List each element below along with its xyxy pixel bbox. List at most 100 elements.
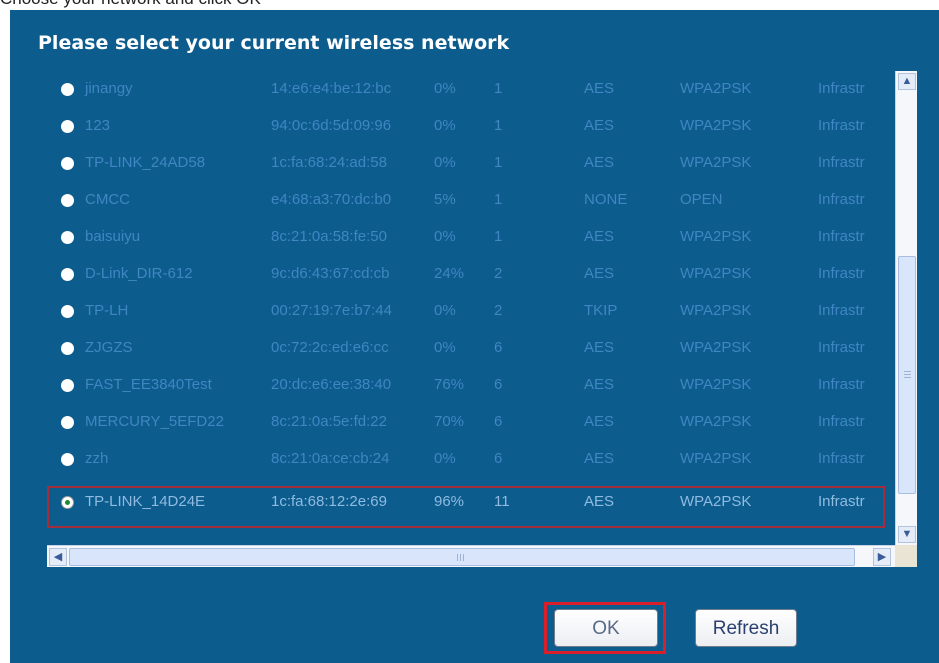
network-encryption: AES [584,117,615,134]
network-encryption: AES [584,228,615,245]
network-signal: 70% [434,413,465,430]
vertical-scroll-thumb[interactable] [898,256,916,494]
network-row[interactable]: D-Link_DIR-612 9c:d6:43:67:cd:cb 24% 2 AES WP… [47,256,895,293]
network-row[interactable]: MERCURY_5EFD22 8c:21:0a:5e:fd:22 70% 6 AES WP… [47,404,895,441]
network-encryption: AES [584,413,615,430]
network-mac: 14:e6:e4:be:12:bc [271,80,392,97]
network-mac: 0c:72:2c:ed:e6:cc [271,339,389,356]
radio-button[interactable] [61,83,74,96]
network-ssid: 123 [85,117,111,134]
network-mac: 9c:d6:43:67:cd:cb [271,265,390,282]
radio-button[interactable] [61,416,74,429]
refresh-button[interactable]: Refresh [695,609,797,647]
network-mac: 20:dc:e6:ee:38:40 [271,376,392,393]
network-mode: Infrastr [818,265,865,282]
network-channel: 1 [494,154,503,171]
network-row[interactable]: zzh 8c:21:0a:ce:cb:24 0% 6 AES WPA2PSK Infrast… [47,441,895,478]
top-instruction-label: Choose your network and click OK [0,0,261,9]
radio-button-selected[interactable] [61,496,74,509]
network-auth: WPA2PSK [680,80,752,97]
network-mac: 94:0c:6d:5d:09:96 [271,117,392,134]
network-signal: 0% [434,154,456,171]
network-mode: Infrastr [818,413,865,430]
network-encryption: AES [584,265,615,282]
radio-button[interactable] [61,120,74,133]
vertical-scrollbar[interactable]: ▲ ▼ [895,71,917,545]
network-mac: 8c:21:0a:ce:cb:24 [271,450,390,467]
network-channel: 11 [494,493,510,510]
network-auth: WPA2PSK [680,302,752,319]
network-channel: 1 [494,191,503,208]
network-ssid: zzh [85,450,109,467]
network-row[interactable]: TP-LINK_24AD58 1c:fa:68:24:ad:58 0% 1 AES WPA… [47,145,895,182]
network-mac: 8c:21:0a:5e:fd:22 [271,413,387,430]
network-auth: WPA2PSK [680,228,752,245]
network-ssid: D-Link_DIR-612 [85,265,193,282]
network-mode: Infrastr [818,302,865,319]
network-channel: 6 [494,413,503,430]
radio-button[interactable] [61,379,74,392]
network-ssid: baisuiyu [85,228,141,245]
network-mode: Infrastr [818,191,865,208]
network-row[interactable]: TP-LH 00:27:19:7e:b7:44 0% 2 TKIP WPA2PSK Infr… [47,293,895,330]
network-signal: 0% [434,117,456,134]
network-mode: Infrastr [818,228,865,245]
network-mode: Infrastr [818,493,865,510]
ok-button[interactable]: OK [554,609,658,647]
network-auth: WPA2PSK [680,493,752,510]
network-mac: e4:68:a3:70:dc:b0 [271,191,392,208]
network-channel: 2 [494,265,503,282]
chevron-right-icon[interactable]: ▶ [873,548,891,566]
network-signal: 0% [434,80,456,97]
network-auth: WPA2PSK [680,154,752,171]
radio-button[interactable] [61,342,74,355]
network-auth: WPA2PSK [680,450,752,467]
network-auth: WPA2PSK [680,265,752,282]
radio-button[interactable] [61,453,74,466]
scrollbar-corner [895,545,917,567]
page-title: Please select your current wireless netw… [38,32,510,54]
radio-button[interactable] [61,157,74,170]
network-ssid: FAST_EE3840Test [85,376,212,393]
network-signal: 0% [434,450,456,467]
network-encryption: AES [584,450,615,467]
radio-button[interactable] [61,231,74,244]
scroll-grip-line [463,554,464,561]
network-channel: 1 [494,117,503,134]
network-row[interactable]: jinangy 14:e6:e4:be:12:bc 0% 1 AES WPA2PSK Inf… [47,71,895,108]
radio-button[interactable] [61,305,74,318]
chevron-down-icon[interactable]: ▼ [898,526,916,543]
network-row[interactable]: baisuiyu 8c:21:0a:58:fe:50 0% 1 AES WPA2PSK In… [47,219,895,256]
network-row[interactable]: ZJGZS 0c:72:2c:ed:e6:cc 0% 6 AES WPA2PSK Infra… [47,330,895,367]
scroll-grip-line [904,371,911,372]
network-mac: 8c:21:0a:58:fe:50 [271,228,387,245]
network-auth: WPA2PSK [680,413,752,430]
chevron-up-icon[interactable]: ▲ [898,73,916,90]
network-mac: 1c:fa:68:24:ad:58 [271,154,387,171]
network-row[interactable]: CMCC e4:68:a3:70:dc:b0 5% 1 NONE OPEN Infrastr [47,182,895,219]
radio-button[interactable] [61,194,74,207]
network-signal: 96% [434,493,465,510]
horizontal-scroll-thumb[interactable] [69,548,855,566]
network-signal: 0% [434,228,456,245]
network-mode: Infrastr [818,117,865,134]
network-signal: 24% [434,265,465,282]
network-encryption: TKIP [584,302,618,319]
horizontal-scrollbar[interactable]: ◀ ▶ [47,545,895,567]
network-row[interactable]: 123 94:0c:6d:5d:09:96 0% 1 AES WPA2PSK Infrast… [47,108,895,145]
network-channel: 1 [494,228,503,245]
network-list[interactable]: jinangy 14:e6:e4:be:12:bc 0% 1 AES WPA2PSK Inf… [47,71,895,545]
network-row[interactable]: FAST_EE3840Test 20:dc:e6:ee:38:40 76% 6 AES W… [47,367,895,404]
network-ssid: TP-LH [85,302,129,319]
chevron-left-icon[interactable]: ◀ [49,548,67,566]
radio-button[interactable] [61,268,74,281]
selected-network-row[interactable]: TP-LINK_14D24E 1c:fa:68:12:2e:69 96% 11 AES W… [47,484,895,528]
network-auth: WPA2PSK [680,117,752,134]
network-auth: OPEN [680,191,723,208]
scroll-grip-line [904,377,911,378]
network-mode: Infrastr [818,339,865,356]
scroll-grip-line [457,554,458,561]
network-ssid: TP-LINK_14D24E [85,493,206,510]
network-mac: 1c:fa:68:12:2e:69 [271,493,387,510]
network-ssid: CMCC [85,191,130,208]
